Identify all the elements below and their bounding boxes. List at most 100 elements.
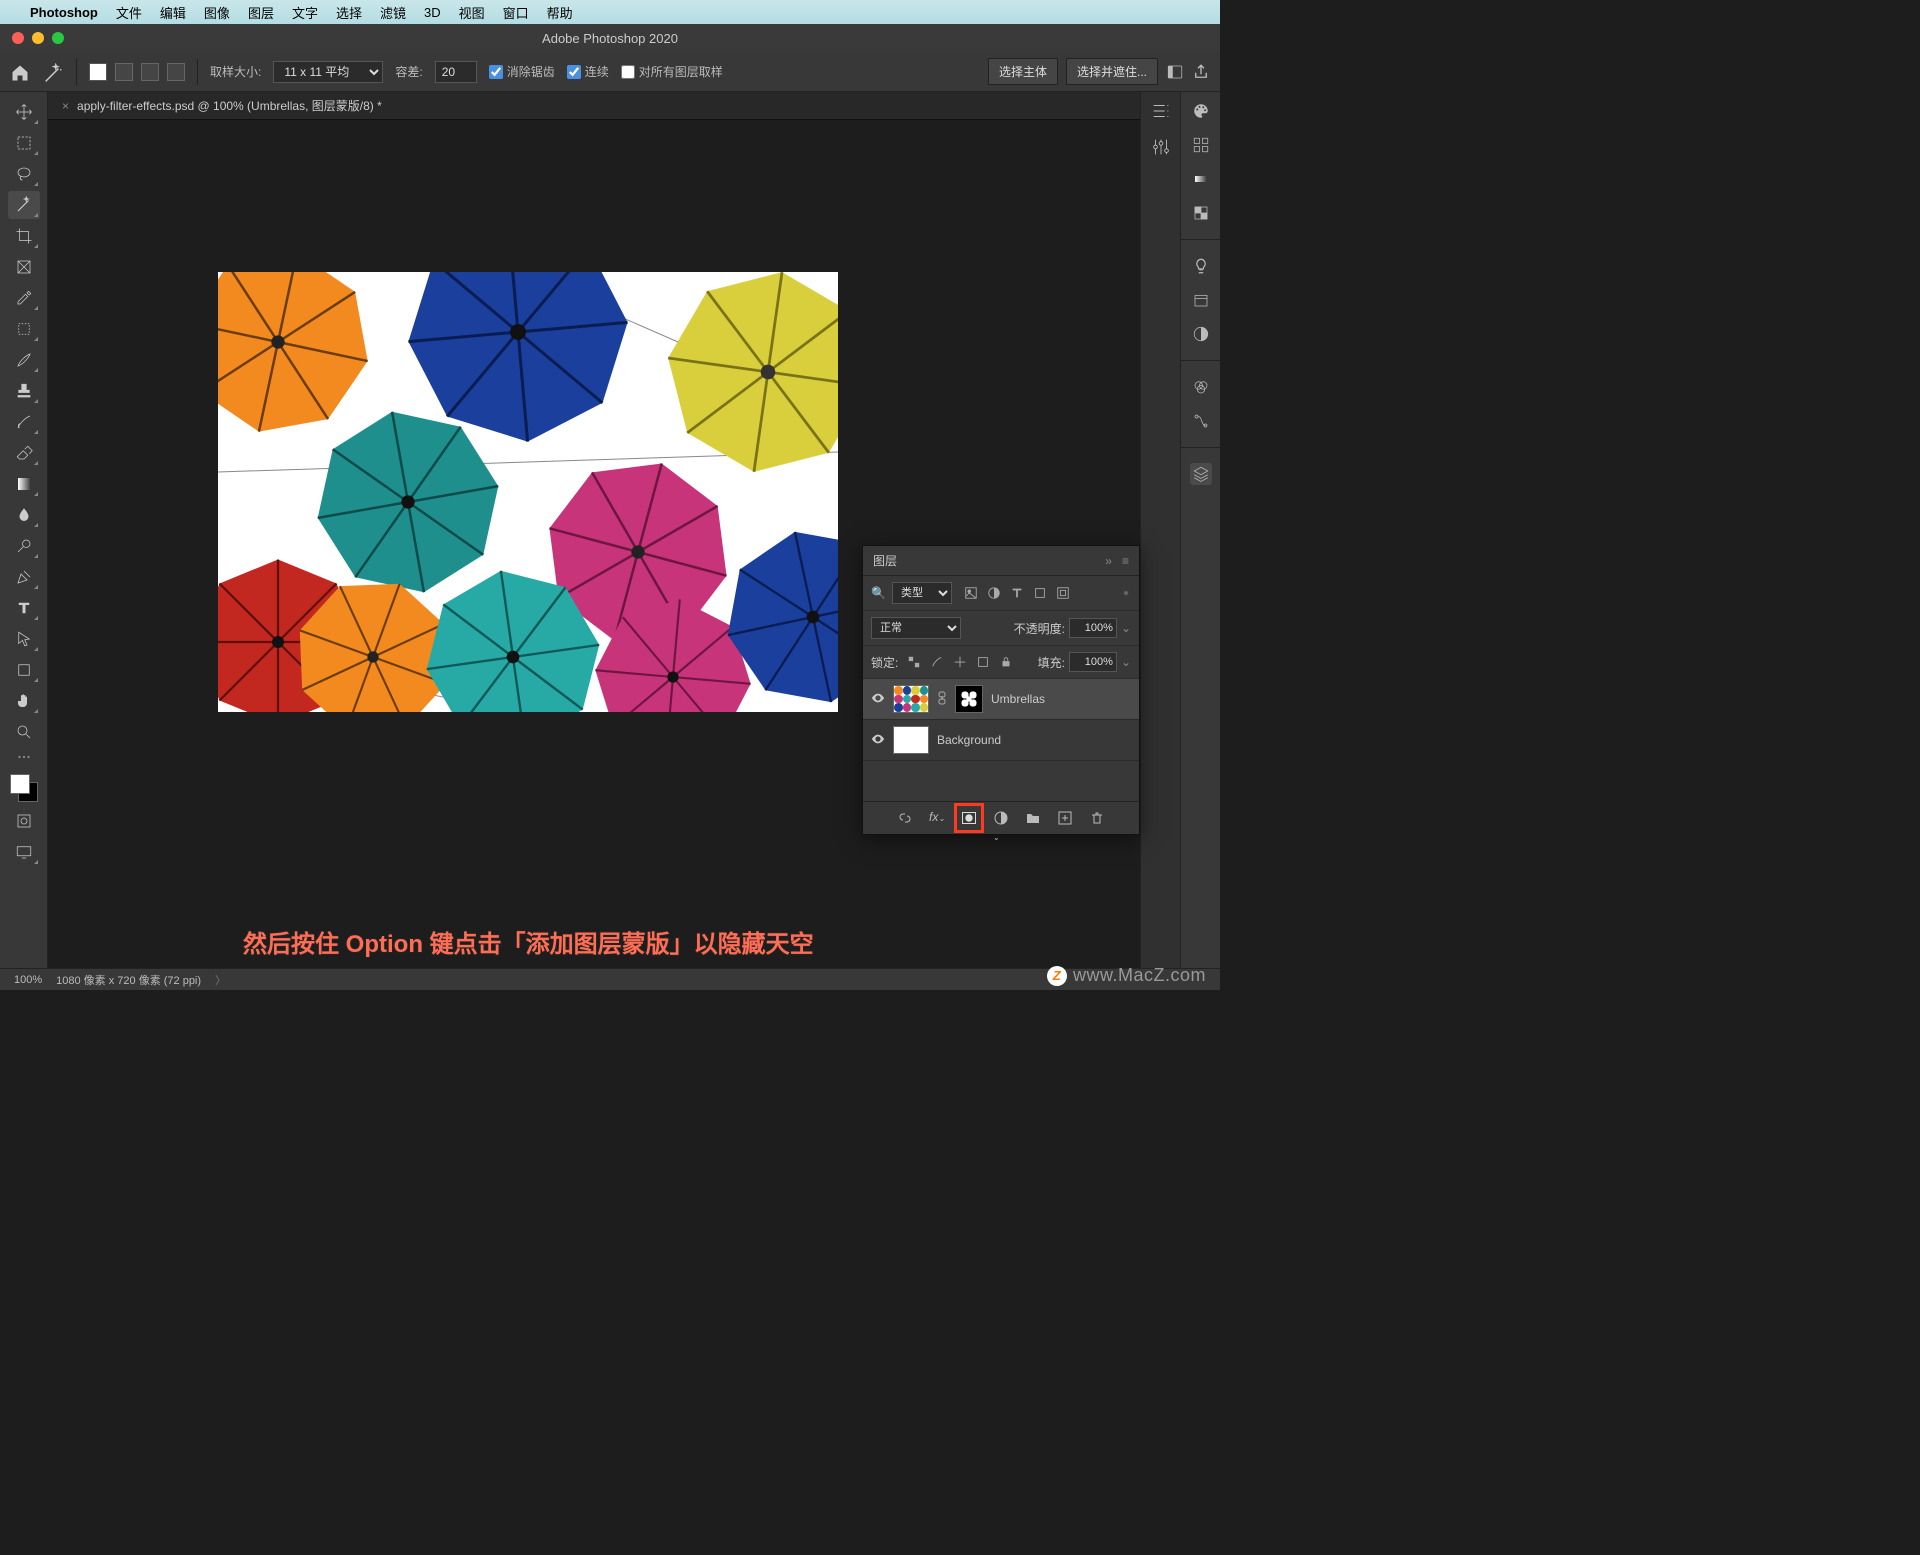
move-tool[interactable] <box>8 98 40 126</box>
lock-position-icon[interactable] <box>953 655 967 669</box>
menu-select[interactable]: 选择 <box>336 3 362 22</box>
layer-thumbnail[interactable] <box>893 726 929 754</box>
eraser-tool[interactable] <box>8 439 40 467</box>
layers-panel-icon[interactable] <box>1190 463 1212 485</box>
fill-chevron-icon[interactable]: ⌄ <box>1121 655 1131 669</box>
type-tool[interactable] <box>8 594 40 622</box>
libraries-panel-icon[interactable] <box>1190 289 1212 311</box>
zoom-tool[interactable] <box>8 718 40 746</box>
antialias-checkbox[interactable] <box>489 65 503 79</box>
color-panel-icon[interactable] <box>1190 100 1212 122</box>
menu-image[interactable]: 图像 <box>204 3 230 22</box>
history-brush-tool[interactable] <box>8 408 40 436</box>
menu-filter[interactable]: 滤镜 <box>380 3 406 22</box>
lock-transparent-icon[interactable] <box>907 655 921 669</box>
close-tab-icon[interactable]: × <box>62 99 69 113</box>
filter-smart-icon[interactable] <box>1056 586 1070 600</box>
link-layers-icon[interactable] <box>897 810 913 826</box>
visibility-icon[interactable] <box>871 732 885 749</box>
swatches-panel-icon[interactable] <box>1190 134 1212 156</box>
fill-input[interactable] <box>1069 652 1117 672</box>
stamp-tool[interactable] <box>8 377 40 405</box>
delete-layer-icon[interactable] <box>1089 810 1105 826</box>
tolerance-input[interactable] <box>435 61 477 83</box>
doc-info-chevron-icon[interactable]: 〉 <box>215 972 226 988</box>
paths-icon[interactable] <box>1190 410 1212 432</box>
all-layers-checkbox[interactable] <box>621 65 635 79</box>
magic-wand-tool[interactable] <box>8 191 40 219</box>
doc-info[interactable]: 1080 像素 x 720 像素 (72 ppi) <box>56 972 201 988</box>
layer-filter-select[interactable]: 类型 <box>892 582 952 604</box>
new-layer-icon[interactable] <box>1057 810 1073 826</box>
layer-thumbnail[interactable] <box>893 685 929 713</box>
filter-shape-icon[interactable] <box>1033 586 1047 600</box>
brush-tool[interactable] <box>8 346 40 374</box>
filter-toggle[interactable] <box>1121 588 1131 598</box>
healing-tool[interactable] <box>8 315 40 343</box>
learn-panel-icon[interactable] <box>1190 255 1212 277</box>
menu-type[interactable]: 文字 <box>292 3 318 22</box>
document-tab[interactable]: × apply-filter-effects.psd @ 100% (Umbre… <box>48 92 1180 120</box>
home-icon[interactable] <box>10 63 30 81</box>
quickmask-icon[interactable] <box>8 807 40 835</box>
path-select-tool[interactable] <box>8 625 40 653</box>
lock-all-icon[interactable] <box>999 655 1013 669</box>
foreground-background-colors[interactable] <box>8 772 40 804</box>
contiguous-checkbox[interactable] <box>567 65 581 79</box>
panel-menu-icon[interactable]: ≡ <box>1122 554 1129 568</box>
marquee-tool[interactable] <box>8 129 40 157</box>
edit-toolbar-icon[interactable] <box>8 749 40 765</box>
layer-mask-thumbnail[interactable] <box>955 685 983 713</box>
filter-pixel-icon[interactable] <box>964 586 978 600</box>
select-subject-button[interactable]: 选择主体 <box>988 58 1058 85</box>
menu-edit[interactable]: 编辑 <box>160 3 186 22</box>
add-sample-icon[interactable] <box>115 63 133 81</box>
lock-artboard-icon[interactable] <box>976 655 990 669</box>
opacity-chevron-icon[interactable]: ⌄ <box>1121 621 1131 635</box>
add-layer-mask-icon[interactable] <box>961 810 977 826</box>
antialias-check[interactable]: 消除锯齿 <box>489 63 555 80</box>
pen-tool[interactable] <box>8 563 40 591</box>
subtract-sample-icon[interactable] <box>141 63 159 81</box>
crop-tool[interactable] <box>8 222 40 250</box>
patterns-panel-icon[interactable] <box>1190 202 1212 224</box>
properties-panel-icon[interactable] <box>1150 100 1172 122</box>
layer-name[interactable]: Background <box>937 733 1001 747</box>
intersect-sample-icon[interactable] <box>167 63 185 81</box>
shape-tool[interactable] <box>8 656 40 684</box>
gradient-tool[interactable] <box>8 470 40 498</box>
visibility-icon[interactable] <box>871 691 885 708</box>
sample-size-select[interactable]: 11 x 11 平均 <box>273 61 383 83</box>
blur-tool[interactable] <box>8 501 40 529</box>
adjustments-icon[interactable] <box>1190 323 1212 345</box>
lasso-tool[interactable] <box>8 160 40 188</box>
group-icon[interactable] <box>1025 810 1041 826</box>
adjustments-panel-icon[interactable] <box>1150 136 1172 158</box>
lock-pixels-icon[interactable] <box>930 655 944 669</box>
menu-view[interactable]: 视图 <box>459 3 485 22</box>
app-name[interactable]: Photoshop <box>30 5 98 20</box>
menu-layer[interactable]: 图层 <box>248 3 274 22</box>
document-canvas[interactable] <box>218 272 838 712</box>
dodge-tool[interactable] <box>8 532 40 560</box>
link-icon[interactable] <box>937 690 947 709</box>
eyedropper-tool[interactable] <box>8 284 40 312</box>
layer-row-umbrellas[interactable]: Umbrellas <box>863 679 1139 720</box>
contiguous-check[interactable]: 连续 <box>567 63 609 80</box>
layer-row-background[interactable]: Background <box>863 720 1139 761</box>
hand-tool[interactable] <box>8 687 40 715</box>
menu-window[interactable]: 窗口 <box>503 3 529 22</box>
channels-icon[interactable] <box>1190 376 1212 398</box>
menu-file[interactable]: 文件 <box>116 3 142 22</box>
layer-fx-icon[interactable]: fx⌄ <box>929 810 945 826</box>
share-icon[interactable] <box>1192 63 1210 81</box>
opacity-input[interactable] <box>1069 618 1117 638</box>
all-layers-check[interactable]: 对所有图层取样 <box>621 63 723 80</box>
menu-help[interactable]: 帮助 <box>547 3 573 22</box>
filter-type-icon[interactable] <box>1010 586 1024 600</box>
screenmode-icon[interactable] <box>8 838 40 866</box>
select-and-mask-button[interactable]: 选择并遮住... <box>1066 58 1158 85</box>
menu-3d[interactable]: 3D <box>424 5 441 20</box>
frame-tool[interactable] <box>8 253 40 281</box>
filter-adjust-icon[interactable] <box>987 586 1001 600</box>
